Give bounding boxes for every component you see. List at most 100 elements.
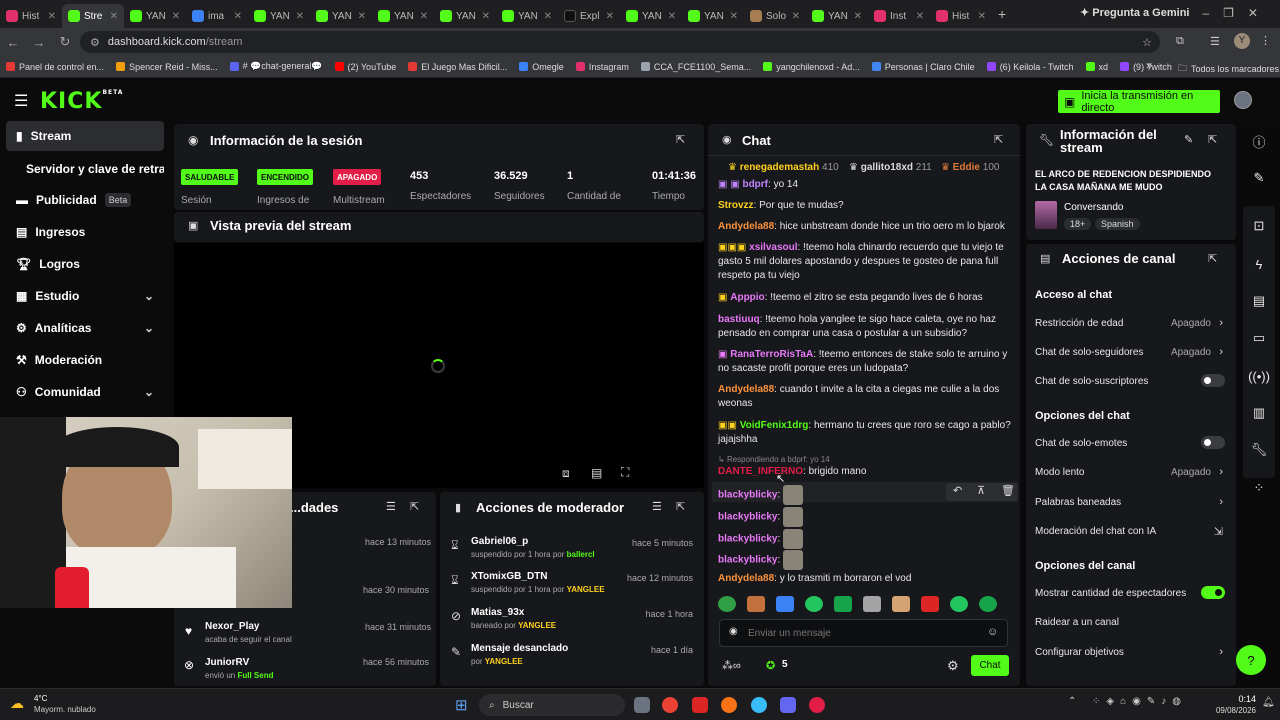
sidebar-item-achievements[interactable]: 🏆︎ Logros <box>6 249 164 279</box>
browser-tab[interactable]: YAN ✕ <box>310 4 372 28</box>
browser-tab[interactable]: Hist ✕ <box>0 4 62 28</box>
gemini-button[interactable]: ✦ Pregunta a Gemini <box>1080 6 1189 19</box>
edit-icon[interactable]: ✎ <box>1244 163 1274 193</box>
popout-icon[interactable]: ⇱ <box>1208 252 1217 265</box>
slow-mode-row[interactable]: Modo lento Apagado › <box>1035 466 1225 478</box>
sidebar-item-stream[interactable]: ▮ Stream <box>6 121 164 151</box>
sidebar-item-ads[interactable]: ▬ Publicidad Beta <box>6 185 164 215</box>
lightning-icon[interactable]: ϟ <box>1244 249 1274 279</box>
site-info-icon[interactable]: ⚙ <box>90 36 100 49</box>
reply-icon[interactable]: ↶ <box>953 484 962 497</box>
back-icon[interactable]: ← <box>0 35 26 50</box>
url-field[interactable]: ⚙ dashboard.kick.com/stream ☆ <box>80 31 1160 53</box>
broadcast-icon[interactable]: ((•)) <box>1244 361 1274 391</box>
close-icon[interactable]: ✕ <box>172 11 180 22</box>
sidebar-item-server-key[interactable]: Servidor y clave de retransmisión <box>6 154 164 184</box>
user-avatar[interactable] <box>1234 91 1252 109</box>
chat-icon[interactable]: ▭ <box>1244 323 1274 353</box>
bookmark[interactable]: # 💬chat-general💬 <box>229 61 323 72</box>
menu-icon[interactable]: ⋮ <box>1260 34 1271 47</box>
hamburger-menu-icon[interactable]: ☰ <box>14 91 28 111</box>
media-icon[interactable]: ☰ <box>1210 35 1220 48</box>
close-icon[interactable]: ✕ <box>544 11 552 22</box>
bookmark[interactable]: CCA_FCE1100_Sema... <box>640 62 751 72</box>
browser-tab[interactable]: Inst ✕ <box>868 4 930 28</box>
browser-tab[interactable]: YAN ✕ <box>248 4 310 28</box>
more-bookmarks-button[interactable]: » <box>1146 60 1152 72</box>
emote-icon[interactable] <box>776 596 794 612</box>
browser-tab[interactable]: YAN ✕ <box>806 4 868 28</box>
popout-icon[interactable]: ⇱ <box>676 500 685 513</box>
category-name[interactable]: Conversando <box>1064 202 1123 213</box>
sidebar-item-revenue[interactable]: ▤ Ingresos <box>6 217 164 247</box>
bookmark[interactable]: (2) YouTube <box>334 62 396 72</box>
close-icon[interactable]: ✕ <box>730 11 738 22</box>
taskbar-search[interactable]: ⌕ Buscar <box>479 694 625 716</box>
notes-icon[interactable]: ▤ <box>1244 286 1274 316</box>
window-controls[interactable]: –❐✕ <box>1203 6 1273 20</box>
forward-icon[interactable]: → <box>26 35 52 50</box>
close-icon[interactable]: ✕ <box>296 11 304 22</box>
sidebar-item-analytics[interactable]: ⚙ Analíticas ⌄ <box>6 313 164 343</box>
sidebar-item-studio[interactable]: ▦ Estudio ⌄ <box>6 281 164 311</box>
pip-icon[interactable]: ▤ <box>591 466 602 480</box>
close-icon[interactable]: ✕ <box>978 11 986 22</box>
settings-gear-icon[interactable]: ⚙ <box>947 658 959 674</box>
browser-tab[interactable]: YAN ✕ <box>434 4 496 28</box>
popout-icon[interactable]: ⇱ <box>994 133 1003 146</box>
close-icon[interactable]: ✕ <box>916 11 924 22</box>
close-icon[interactable]: ✕ <box>48 11 56 22</box>
telegram-icon[interactable] <box>751 697 767 713</box>
share-icon[interactable]: ⁘ <box>1244 473 1274 503</box>
pin-icon[interactable]: ⊼ <box>977 484 985 497</box>
bookmark[interactable]: Panel de control en... <box>6 62 104 72</box>
emote-icon[interactable] <box>805 596 823 612</box>
profile-avatar[interactable]: Y <box>1234 33 1250 49</box>
chat-input[interactable] <box>748 624 978 642</box>
edit-icon[interactable]: ✎ <box>1184 133 1193 146</box>
emoji-icon[interactable]: ☺ <box>987 626 998 638</box>
star-icon[interactable]: ☆ <box>1142 36 1152 49</box>
windows-start-icon[interactable]: ⊞ <box>455 696 468 714</box>
show-viewers-toggle[interactable] <box>1201 586 1225 599</box>
browser-tab[interactable]: Solo ✕ <box>744 4 806 28</box>
filter-icon[interactable]: ☰ <box>386 500 396 513</box>
emotes-only-toggle[interactable] <box>1201 436 1225 449</box>
bookmark[interactable]: xd <box>1085 62 1108 72</box>
reload-icon[interactable]: ↻ <box>52 34 78 50</box>
help-button[interactable]: ? <box>1236 645 1266 675</box>
close-icon[interactable]: ✕ <box>606 11 614 22</box>
bookmark[interactable]: Spencer Reid - Miss... <box>116 62 218 72</box>
ai-moderation-row[interactable]: Moderación del chat con IA ⇲ <box>1035 526 1225 538</box>
emote-icon[interactable] <box>863 596 881 612</box>
weather-temp[interactable]: 4°C <box>34 694 47 703</box>
emote-icon[interactable] <box>921 596 939 612</box>
tray-icons[interactable]: ⁘◈⌂◉✎♪◍ <box>1092 696 1187 707</box>
browser-tab[interactable]: YAN ✕ <box>620 4 682 28</box>
close-icon[interactable]: ✕ <box>854 11 862 22</box>
banned-words-row[interactable]: Palabras baneadas › <box>1035 496 1225 508</box>
bookmark[interactable]: (6) Keilola - Twitch <box>986 62 1074 72</box>
sidebar-item-community[interactable]: ⚇ Comunidad ⌄ <box>6 377 164 407</box>
theater-icon[interactable]: ⧈ <box>562 466 570 481</box>
filter-icon[interactable]: ☰ <box>652 500 662 513</box>
popout-icon[interactable]: ⇱ <box>1208 133 1217 146</box>
app-icon[interactable] <box>692 697 708 713</box>
browser-tab[interactable]: Expl ✕ <box>558 4 620 28</box>
extensions-icon[interactable]: ⧉ <box>1176 35 1184 48</box>
bookmark[interactable]: Personas | Claro Chile <box>871 62 975 72</box>
chrome-icon[interactable] <box>662 697 678 713</box>
close-icon[interactable]: ✕ <box>668 11 676 22</box>
close-icon[interactable]: ✕ <box>234 11 242 22</box>
app-icon[interactable] <box>780 697 796 713</box>
bookmark[interactable]: Omegle <box>519 62 564 72</box>
fullscreen-icon[interactable]: ⛶ <box>621 465 629 480</box>
bookmark[interactable]: yangchilenoxd - Ad... <box>763 62 860 72</box>
emote-icon[interactable] <box>718 596 736 612</box>
close-icon[interactable]: ✕ <box>358 11 366 22</box>
task-view-icon[interactable] <box>634 697 650 713</box>
info-icon[interactable]: ⓘ <box>1244 126 1274 156</box>
all-bookmarks-button[interactable]: 🗀 Todos los marcadores <box>1178 61 1279 77</box>
wrench-icon[interactable]: 🔧︎ <box>1244 435 1274 465</box>
delete-icon[interactable]: 🗑︎ <box>1001 484 1015 497</box>
